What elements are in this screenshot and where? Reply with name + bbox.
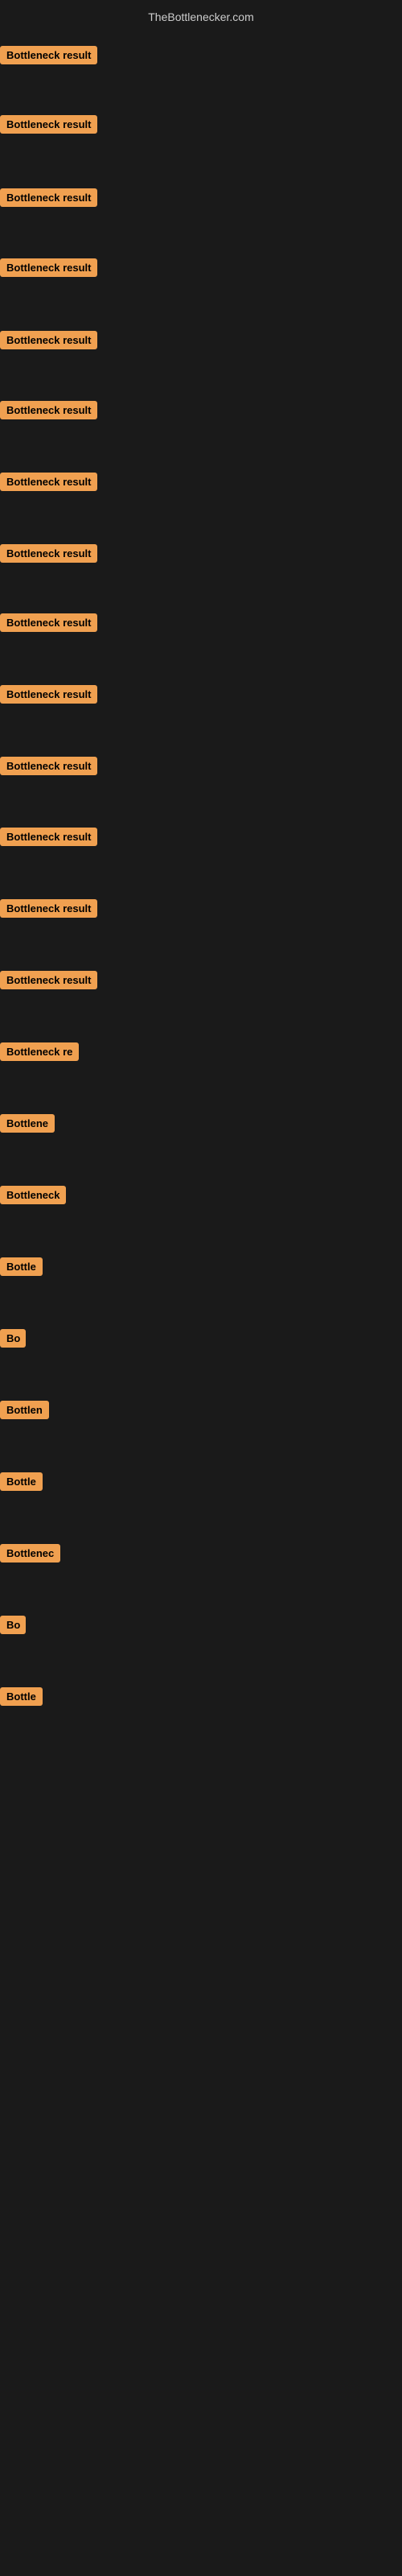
badge-label-2: Bottleneck result xyxy=(0,115,97,134)
badge-label-7: Bottleneck result xyxy=(0,473,97,491)
badge-label-17: Bottleneck xyxy=(0,1186,66,1204)
badge-label-24: Bottle xyxy=(0,1687,43,1706)
bottleneck-badge-8: Bottleneck result xyxy=(0,544,97,567)
badge-label-1: Bottleneck result xyxy=(0,46,97,64)
bottleneck-badge-20: Bottlen xyxy=(0,1401,49,1423)
badge-label-15: Bottleneck re xyxy=(0,1042,79,1061)
bottleneck-badge-11: Bottleneck result xyxy=(0,757,97,779)
badge-label-13: Bottleneck result xyxy=(0,899,97,918)
badge-label-8: Bottleneck result xyxy=(0,544,97,563)
bottleneck-badge-15: Bottleneck re xyxy=(0,1042,79,1065)
bottleneck-badge-7: Bottleneck result xyxy=(0,473,97,495)
bottleneck-badge-1: Bottleneck result xyxy=(0,46,97,68)
bottleneck-badge-5: Bottleneck result xyxy=(0,331,97,353)
badge-label-12: Bottleneck result xyxy=(0,828,97,846)
badge-label-19: Bo xyxy=(0,1329,26,1348)
badge-label-4: Bottleneck result xyxy=(0,258,97,277)
badge-label-22: Bottlenec xyxy=(0,1544,60,1563)
bottleneck-badge-14: Bottleneck result xyxy=(0,971,97,993)
bottleneck-badge-16: Bottlene xyxy=(0,1114,55,1137)
badge-label-9: Bottleneck result xyxy=(0,613,97,632)
badge-label-16: Bottlene xyxy=(0,1114,55,1133)
badge-label-20: Bottlen xyxy=(0,1401,49,1419)
badge-label-18: Bottle xyxy=(0,1257,43,1276)
bottleneck-badge-21: Bottle xyxy=(0,1472,43,1495)
bottleneck-badge-6: Bottleneck result xyxy=(0,401,97,423)
bottleneck-badge-9: Bottleneck result xyxy=(0,613,97,636)
bottleneck-badge-22: Bottlenec xyxy=(0,1544,60,1567)
bottleneck-badge-12: Bottleneck result xyxy=(0,828,97,850)
badge-label-6: Bottleneck result xyxy=(0,401,97,419)
bottleneck-badge-23: Bo xyxy=(0,1616,26,1638)
site-title: TheBottlenecker.com xyxy=(0,4,402,30)
bottleneck-badge-17: Bottleneck xyxy=(0,1186,66,1208)
bottleneck-badge-24: Bottle xyxy=(0,1687,43,1710)
badge-label-3: Bottleneck result xyxy=(0,188,97,207)
page-wrapper: TheBottlenecker.com Bottleneck result Bot… xyxy=(0,0,402,2576)
bottleneck-badge-3: Bottleneck result xyxy=(0,188,97,211)
bottleneck-badge-2: Bottleneck result xyxy=(0,115,97,138)
badge-label-23: Bo xyxy=(0,1616,26,1634)
badge-label-21: Bottle xyxy=(0,1472,43,1491)
badge-label-11: Bottleneck result xyxy=(0,757,97,775)
badge-label-14: Bottleneck result xyxy=(0,971,97,989)
bottleneck-badge-18: Bottle xyxy=(0,1257,43,1280)
bottleneck-badge-10: Bottleneck result xyxy=(0,685,97,708)
bottleneck-badge-19: Bo xyxy=(0,1329,26,1352)
bottleneck-badge-13: Bottleneck result xyxy=(0,899,97,922)
bottleneck-badge-4: Bottleneck result xyxy=(0,258,97,281)
badge-label-5: Bottleneck result xyxy=(0,331,97,349)
badge-label-10: Bottleneck result xyxy=(0,685,97,704)
